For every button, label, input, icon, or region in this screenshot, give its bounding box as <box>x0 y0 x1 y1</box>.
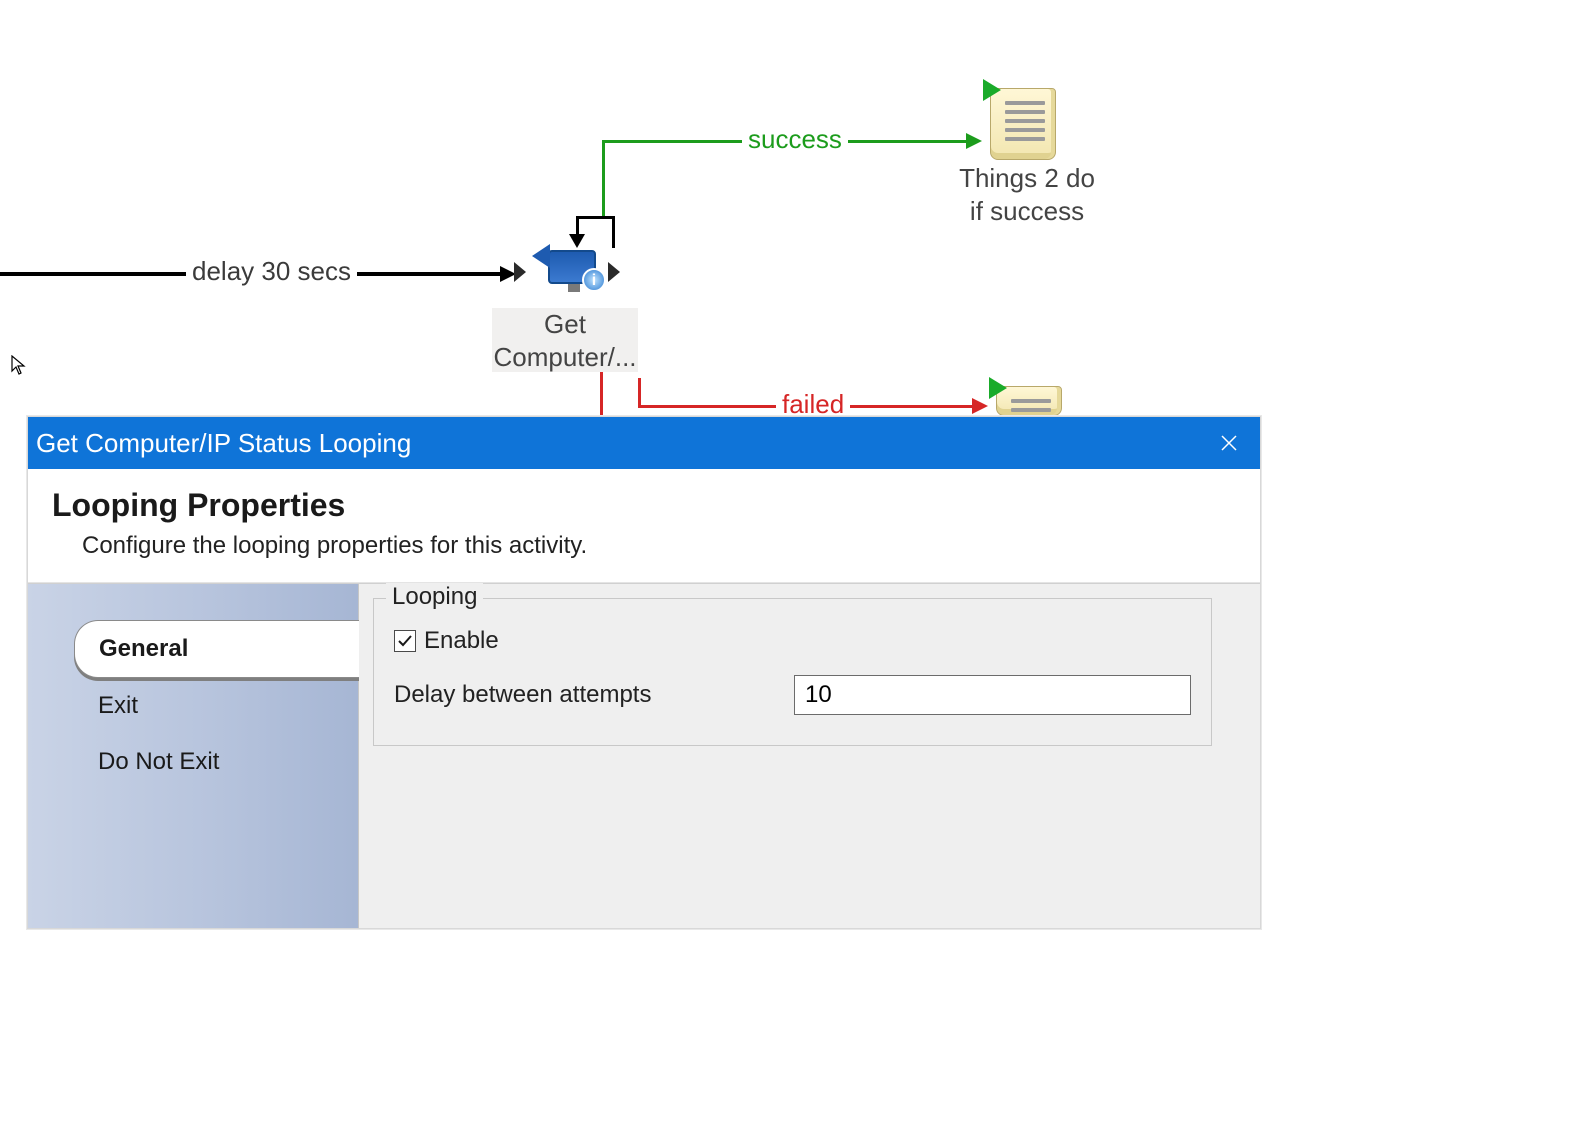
delay-input[interactable] <box>794 675 1191 715</box>
nav-tab-general[interactable]: General <box>74 620 359 678</box>
dialog-header: Looping Properties Configure the looping… <box>28 469 1260 583</box>
computer-status-icon: i <box>548 250 596 284</box>
anchor-icon <box>608 262 620 282</box>
dialog-subtitle: Configure the looping properties for thi… <box>82 532 1236 560</box>
node-success-script[interactable] <box>990 88 1056 160</box>
node-get-computer[interactable]: Get Computer/... <box>492 308 638 372</box>
play-icon <box>989 377 1007 399</box>
workflow-canvas[interactable]: delay 30 secs Get Computer/... i success… <box>0 0 1586 1144</box>
anchor-icon <box>514 262 526 282</box>
dialog-heading: Looping Properties <box>52 487 1236 524</box>
enable-label: Enable <box>424 627 499 655</box>
titlebar[interactable]: Get Computer/IP Status Looping <box>28 417 1260 469</box>
enable-row: Enable <box>394 627 1191 655</box>
loop-connector <box>612 216 615 248</box>
arrowhead-icon <box>569 234 585 248</box>
node-label: Things 2 do if success <box>942 162 1112 227</box>
delay-label: Delay between attempts <box>394 681 774 709</box>
connector-success <box>602 140 605 216</box>
dialog-looping-properties: Get Computer/IP Status Looping Looping P… <box>27 416 1261 929</box>
connector-label-success: success <box>742 124 848 155</box>
dialog-title: Get Computer/IP Status Looping <box>36 428 411 459</box>
loop-connector <box>576 216 614 219</box>
connector-label-delay: delay 30 secs <box>186 256 357 287</box>
enable-checkbox[interactable] <box>394 630 416 652</box>
connector-failed <box>638 378 641 408</box>
nav-tab-do-not-exit[interactable]: Do Not Exit <box>74 734 358 790</box>
connector-failed-stub <box>600 372 603 416</box>
delay-row: Delay between attempts <box>394 675 1191 715</box>
arrowhead-icon <box>972 398 988 414</box>
node-label: Get Computer/... <box>492 308 638 373</box>
checkmark-icon <box>397 633 413 649</box>
side-nav: General Exit Do Not Exit <box>28 584 358 928</box>
nav-tab-exit[interactable]: Exit <box>74 678 358 734</box>
close-button[interactable] <box>1206 420 1252 466</box>
cursor-icon <box>11 355 27 381</box>
content-pane: Looping Enable Delay between attempts <box>358 584 1260 928</box>
dialog-body: General Exit Do Not Exit Looping Enable … <box>28 583 1260 928</box>
arrowhead-icon <box>966 133 982 149</box>
node-failed-script[interactable] <box>996 386 1062 416</box>
fieldset-looping: Looping Enable Delay between attempts <box>373 598 1212 746</box>
fieldset-legend: Looping <box>386 583 483 611</box>
play-icon <box>983 79 1001 101</box>
close-icon <box>1220 434 1238 452</box>
